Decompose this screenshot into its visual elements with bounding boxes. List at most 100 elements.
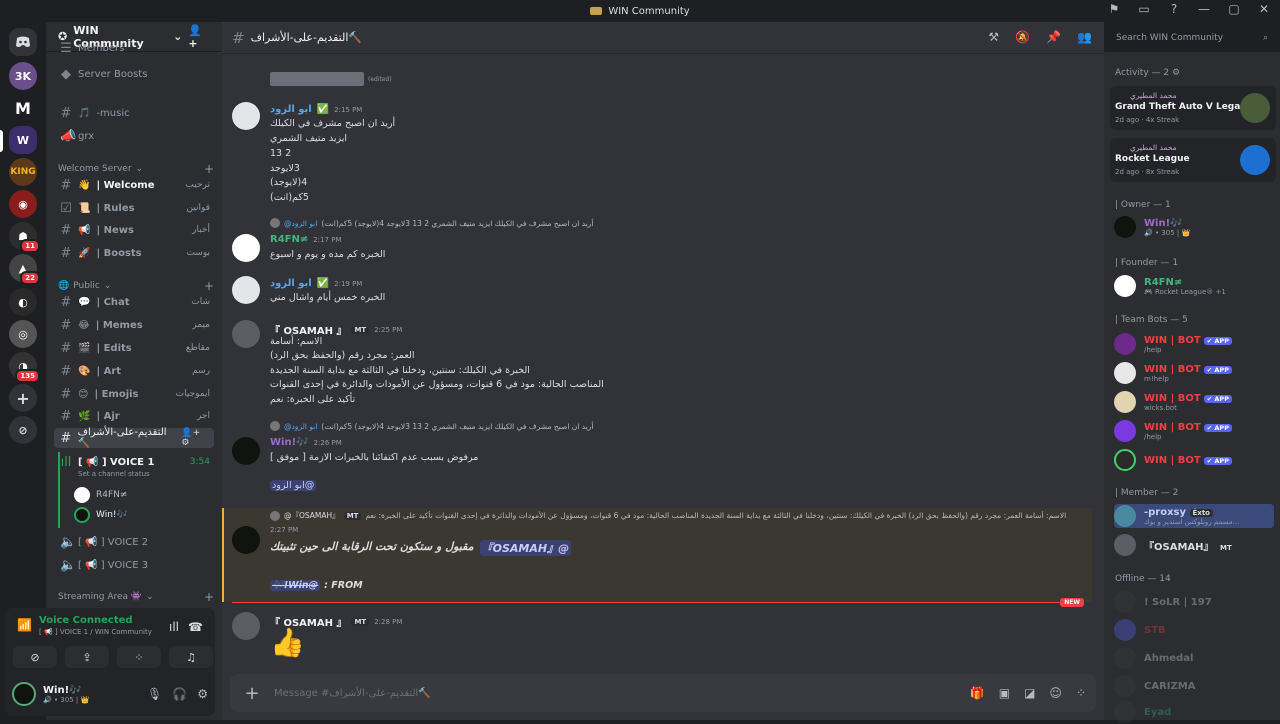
channel-chat[interactable]: # 💬 | Chat شات [54, 292, 214, 312]
channel-rules[interactable]: ☑ 📜 | Rules قوانين [54, 198, 214, 218]
server-icon-win[interactable]: W [9, 126, 37, 154]
add-channel-icon[interactable]: + [204, 279, 214, 293]
channel-music[interactable]: # 🎵 -music [54, 103, 214, 123]
channel-apply-moderator[interactable]: # التقديم-على-الأشراف🔨 👤+ ⚙ [54, 427, 214, 449]
message-author[interactable]: ابو الزود ✅ 2:15 PM [270, 104, 362, 115]
user-mention[interactable]: @ابو الزود [270, 480, 317, 491]
member-founder[interactable]: R4FN≠ 🎮 Rocket League® +1 [1114, 274, 1274, 298]
server-icon-3k[interactable]: 3K [9, 62, 37, 90]
minimize-button[interactable]: — [1196, 2, 1212, 16]
server-icon-red[interactable]: ◉ [9, 190, 37, 218]
avatar[interactable] [232, 320, 260, 348]
add-attachment-icon[interactable]: + [240, 683, 264, 704]
member-bot[interactable]: WIN | BOT ✔ APP [1114, 448, 1274, 472]
apps-icon[interactable]: ⁘ [1076, 686, 1086, 700]
channel-voice-3[interactable]: 🔈[ 📢 ] VOICE 3 [54, 555, 214, 575]
user-mention[interactable]: @『OSAMAH』 [479, 540, 572, 556]
member-offline[interactable]: ! SoLR | 197 [1114, 590, 1274, 614]
avatar[interactable] [232, 437, 260, 465]
discover-icon[interactable]: ⊘ [9, 416, 37, 444]
close-button[interactable]: ✕ [1256, 2, 1272, 16]
message-author[interactable]: 『 OSAMAH 』 MT 2:25 PM [270, 322, 402, 337]
activities-button[interactable]: ⁘ [117, 646, 161, 668]
channel-voice-2[interactable]: 🔈[ 📢 ] VOICE 2 [54, 532, 214, 552]
activity-card[interactable]: محمد المطيري Rocket League 2d ago · 8x S… [1110, 138, 1276, 182]
discord-home-icon[interactable] [9, 28, 37, 56]
member-bot[interactable]: WIN | BOT ✔ APP wicks.bot [1114, 390, 1274, 414]
gift-icon[interactable]: 🎁 [970, 686, 985, 700]
member-osamah[interactable]: 『OSAMAH』 MT [1114, 533, 1274, 557]
avatar[interactable] [232, 234, 260, 262]
microphone-icon[interactable]: 🎙 [147, 687, 162, 701]
soundboard-button[interactable]: ♫ [169, 646, 213, 668]
add-server-icon[interactable]: + [9, 384, 37, 412]
category-public[interactable]: 🌐 Public ⌄ + [58, 279, 214, 293]
disconnect-icon[interactable]: ☎ [188, 620, 203, 634]
search-input[interactable]: Search WIN Community ⌕ [1110, 27, 1274, 49]
reply-preview[interactable]: @ابو الزود أريد ان اصبح مشرف في الكيلك اي… [270, 218, 594, 228]
server-icon-d[interactable]: ◎ [9, 320, 37, 348]
help-icon[interactable]: ? [1166, 2, 1182, 16]
add-channel-icon[interactable]: + [204, 590, 214, 604]
message-author[interactable]: Win!🎶 2:26 PM [270, 437, 342, 448]
screen-share-button[interactable]: ⇪ [65, 646, 109, 668]
maximize-button[interactable]: ▢ [1226, 2, 1242, 16]
member-proxsy[interactable]: -proxsy Ěxto مسمم روبلوكس استدير و بوك... [1114, 504, 1274, 528]
member-offline[interactable]: STB [1114, 618, 1274, 642]
channel-memes[interactable]: # 😂 | Memes ميمز [54, 315, 214, 335]
member-offline[interactable]: CARIZMA [1114, 674, 1274, 698]
member-bot[interactable]: WIN | BOT ✔ APP/help [1114, 332, 1274, 356]
user-name[interactable]: Win!🎶 [43, 685, 89, 696]
noise-suppression-icon[interactable]: ıll [169, 620, 179, 634]
inbox-icon[interactable]: ⚑ [1106, 2, 1122, 16]
channel-ajr[interactable]: # 🌿 | Ajr اجر [54, 406, 214, 426]
member-offline[interactable]: Eyad [1114, 700, 1274, 724]
spoiler-block[interactable] [270, 72, 364, 86]
headphones-icon[interactable]: 🎧 [172, 687, 187, 701]
emoji-icon[interactable]: ☺ [1049, 686, 1062, 700]
message-author[interactable]: R4FN≠ 2:17 PM [270, 234, 341, 245]
message-input[interactable]: Message #التقديم-على-الأشراف🔨 [274, 688, 431, 699]
message-author[interactable]: ابو الزود ✅ 2:19 PM [270, 278, 362, 289]
channel-edits[interactable]: # 🎬 | Edits مقاطع [54, 338, 214, 358]
activity-card[interactable]: محمد المطيري Grand Theft Auto V Legacy 2… [1110, 86, 1276, 130]
pin-icon[interactable]: 📌 [1046, 30, 1061, 44]
settings-icon[interactable]: ⚙ [197, 687, 208, 701]
add-channel-icon[interactable]: + [204, 162, 214, 176]
screen-icon[interactable]: ▭ [1136, 2, 1152, 16]
member-bot[interactable]: WIN | BOT ✔ APP/help [1114, 419, 1274, 443]
channel-art[interactable]: # 🎨 | Art رسم [54, 361, 214, 381]
invite-icon[interactable]: 👤+ ⚙ [181, 428, 210, 448]
channel-welcome[interactable]: # 👋 | Welcome ترحيب [54, 175, 214, 195]
server-icon-king[interactable]: KING [9, 158, 37, 186]
reply-preview[interactable]: @『OSAMAH』 MT الاسم: أسامة العمر: مجرد رقم … [270, 510, 1066, 521]
avatar[interactable] [232, 276, 260, 304]
category-welcome[interactable]: Welcome Server ⌄ + [58, 162, 214, 176]
channel-emojis[interactable]: # 😊 | Emojis ايموجيات [54, 384, 214, 404]
server-icon-a[interactable]: ☗ 11 [9, 222, 40, 253]
channel-members[interactable]: ☰ Members [54, 42, 214, 54]
avatar[interactable] [232, 102, 260, 130]
avatar[interactable] [12, 682, 36, 706]
member-offline[interactable]: Ahmedal [1114, 646, 1274, 670]
channel-server-boosts[interactable]: ◆ Server Boosts [54, 64, 214, 84]
notifications-icon[interactable]: 🔕 [1015, 30, 1030, 44]
member-owner[interactable]: Win!🎶 🔊 • 305 | 👑 [1114, 215, 1274, 239]
server-icon-m[interactable]: M [9, 94, 37, 122]
channel-boosts[interactable]: # 🚀 | Boosts بوست [54, 243, 214, 263]
camera-off-button[interactable]: ⊘ [13, 646, 57, 668]
user-mention[interactable]: @Win!🎶 [270, 580, 321, 591]
gif-icon[interactable]: ▣ [999, 686, 1010, 700]
signal-icon[interactable]: 📶 [17, 618, 32, 632]
server-icon-e[interactable]: ◑ 135 [9, 352, 40, 383]
channel-voice-1[interactable]: ıll [ 📢 ] VOICE 1 3:54 [54, 452, 214, 472]
reply-preview[interactable]: @ابو الزود أريد ان اصبح مشرف في الكيلك اي… [270, 421, 594, 431]
category-streaming[interactable]: Streaming Area 👾 ⌄ + [58, 590, 214, 604]
member-bot[interactable]: WIN | BOT ✔ APP m!help [1114, 361, 1274, 385]
message-author[interactable]: 2:27 PM [270, 526, 298, 534]
voice-connection-sub[interactable]: [ 📢 ] VOICE 1 / WIN Community [39, 628, 152, 636]
server-icon-c[interactable]: ◐ [9, 288, 37, 316]
voice-channel-status[interactable]: Set a channel status [78, 470, 150, 478]
member-list-icon[interactable]: 👥 [1077, 30, 1092, 44]
voice-user[interactable]: Win!🎶 [74, 507, 128, 523]
